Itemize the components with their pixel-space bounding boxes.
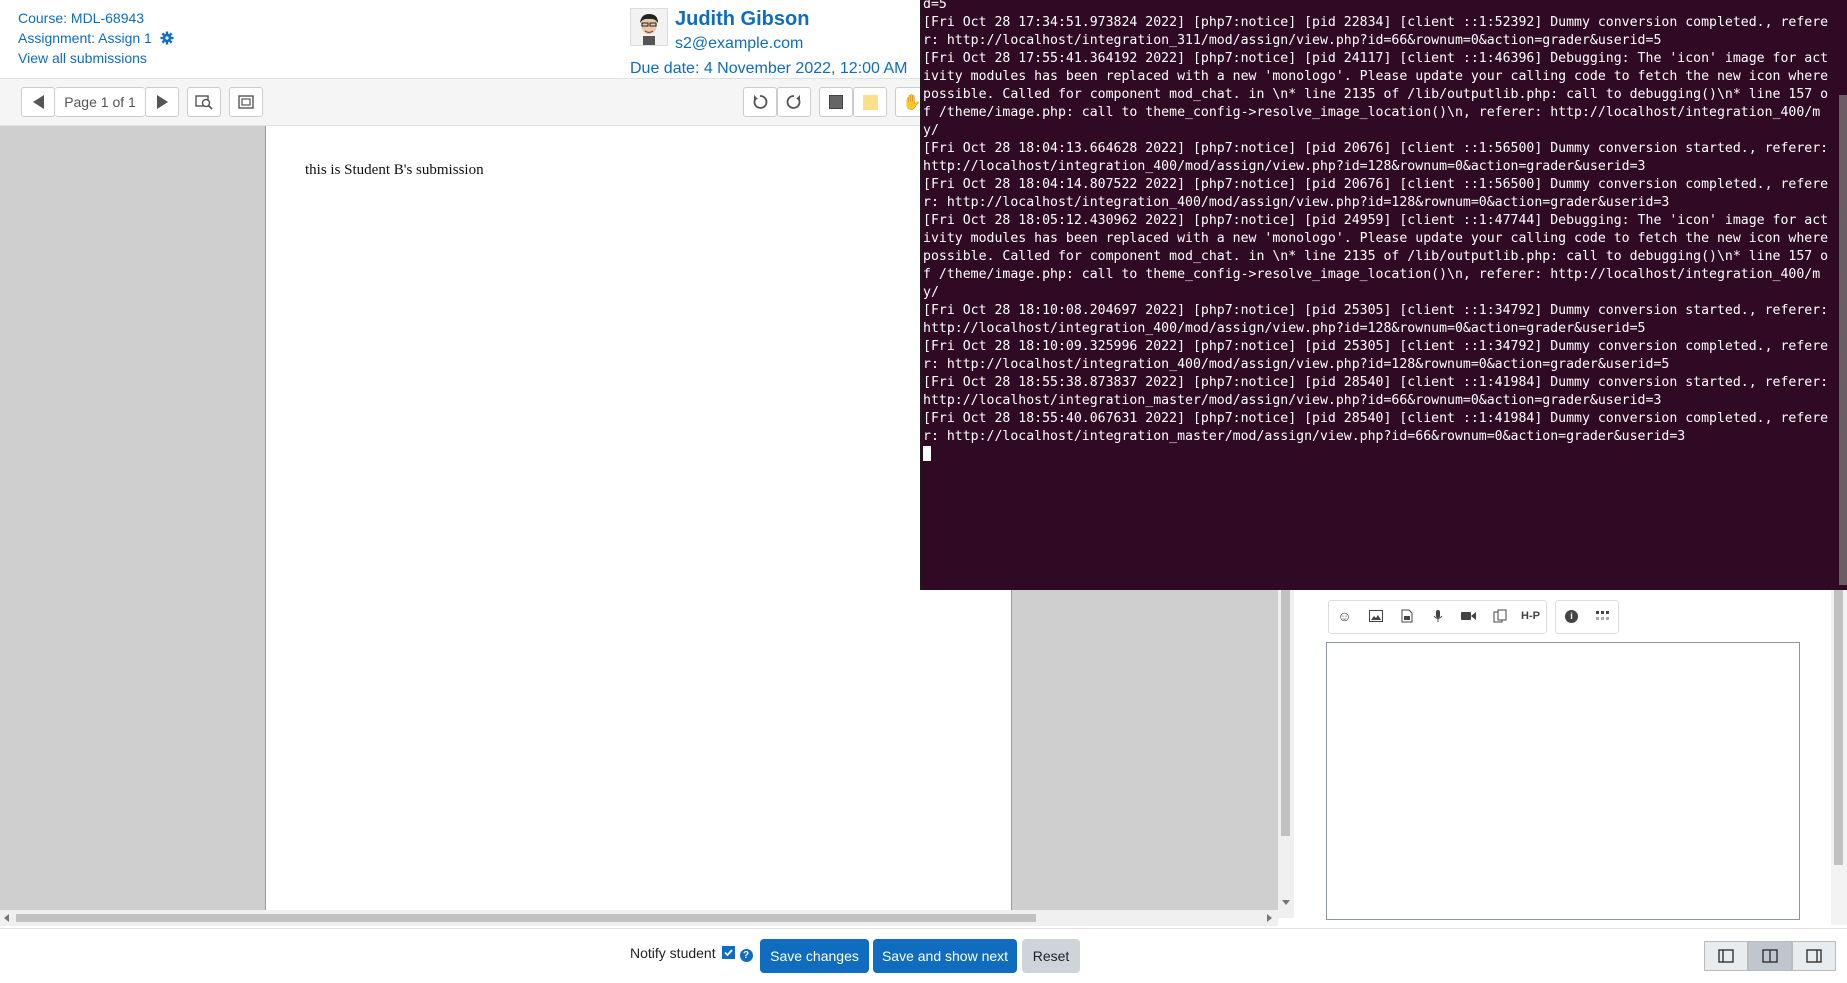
grading-pane: ☺ H-P i: [1304, 560, 1847, 928]
terminal-log-line: [Fri Oct 28 18:04:13.664628 2022] [php7:…: [923, 141, 1837, 174]
page-label: Page 1 of 1: [64, 94, 136, 110]
page-selector[interactable]: Page 1 of 1: [55, 87, 145, 117]
triangle-right-icon: [156, 95, 168, 109]
rotate-right-icon: [786, 95, 801, 109]
terminal-log-line: [Fri Oct 28 18:10:08.204697 2022] [php7:…: [923, 303, 1837, 336]
rotate-left-button[interactable]: [743, 87, 777, 117]
terminal-log-line: [Fri Oct 28 18:10:09.325996 2022] [php7:…: [923, 339, 1829, 372]
terminal-log-line: [Fri Oct 28 18:55:40.067631 2022] [php7:…: [923, 411, 1829, 444]
yellow-swatch-icon: [862, 94, 878, 110]
terminal-log-line: [Fri Oct 28 17:34:51.973824 2022] [php7:…: [923, 15, 1829, 48]
layout-collapse-review-panel-button[interactable]: [1792, 941, 1836, 971]
avatar[interactable]: [630, 8, 668, 46]
media-file-icon[interactable]: [1391, 601, 1422, 631]
search-comments-button[interactable]: [187, 87, 221, 117]
submission-text: this is Student B's submission: [305, 162, 484, 178]
editor-toolbar: ☺ H-P i: [1328, 600, 1627, 634]
accessibility-checker-icon[interactable]: i: [1556, 601, 1587, 631]
notify-student: Notify student?: [630, 945, 753, 962]
previous-page-button[interactable]: [21, 87, 55, 117]
emoji-icon[interactable]: ☺: [1329, 601, 1360, 631]
scroll-down-arrow-icon[interactable]: [1282, 900, 1290, 905]
rotate-left-icon: [753, 95, 768, 109]
editor-group-tools: i: [1555, 600, 1619, 634]
horizontal-scroll-thumb[interactable]: [16, 914, 1036, 922]
panel-right-icon: [1806, 949, 1822, 963]
view-all-submissions-link[interactable]: View all submissions: [18, 50, 147, 66]
panel-split-icon: [1762, 949, 1778, 963]
notify-student-checkbox[interactable]: [721, 946, 735, 959]
terminal-cursor: [923, 446, 931, 461]
layout-default-button[interactable]: [1748, 941, 1792, 971]
square-icon: [829, 95, 843, 109]
viewer-horizontal-scrollbar[interactable]: [0, 910, 1278, 926]
course-link[interactable]: Course: MDL-68943: [18, 10, 144, 26]
hand-icon: ✋: [902, 94, 922, 111]
course-info: Course: MDL-68943 Assignment: Assign 1 V…: [18, 8, 174, 68]
document-page[interactable]: this is Student B's submission: [265, 126, 1012, 912]
search-comments-icon: [195, 95, 213, 110]
terminal-log-line: [Fri Oct 28 18:55:38.873837 2022] [php7:…: [923, 375, 1837, 408]
editor-group-insert: ☺ H-P: [1328, 600, 1547, 634]
scroll-right-arrow-icon[interactable]: [1267, 914, 1272, 922]
layout-collapse-grade-panel-button[interactable]: [1704, 941, 1748, 971]
help-icon[interactable]: ?: [739, 949, 753, 962]
highlight-color-button[interactable]: [853, 87, 887, 117]
save-and-show-next-button[interactable]: Save and show next: [873, 939, 1017, 973]
screenreader-helper-icon[interactable]: [1587, 601, 1618, 631]
terminal-log-line: d=5: [923, 0, 947, 12]
manage-files-icon[interactable]: [1484, 601, 1515, 631]
expand-icon: [238, 95, 254, 109]
triangle-left-icon: [32, 95, 44, 109]
reset-button[interactable]: Reset: [1022, 939, 1080, 973]
panel-left-icon: [1718, 949, 1734, 963]
scroll-left-arrow-icon[interactable]: [4, 914, 9, 922]
assignment-link[interactable]: Assignment: Assign 1: [18, 30, 152, 46]
due-date: Due date: 4 November 2022, 12:00 AM: [630, 60, 908, 77]
select-tool-button[interactable]: [819, 87, 853, 117]
layout-switcher: [1704, 941, 1836, 971]
expand-comments-button[interactable]: [229, 87, 263, 117]
terminal-output: d=5 [Fri Oct 28 17:34:51.973824 2022] [p…: [923, 0, 1829, 464]
next-page-button[interactable]: [145, 87, 179, 117]
h5p-icon[interactable]: H-P: [1515, 601, 1546, 631]
gear-icon[interactable]: [160, 30, 174, 45]
user-email-link[interactable]: s2@example.com: [675, 35, 803, 53]
video-camera-icon[interactable]: [1453, 601, 1484, 631]
microphone-icon[interactable]: [1422, 601, 1453, 631]
terminal-window[interactable]: d=5 [Fri Oct 28 17:34:51.973824 2022] [p…: [920, 0, 1847, 590]
image-icon[interactable]: [1360, 601, 1391, 631]
rotate-right-button[interactable]: [777, 87, 811, 117]
feedback-comments-editor[interactable]: [1326, 642, 1800, 920]
user-name-link[interactable]: Judith Gibson: [675, 8, 809, 31]
terminal-scrollbar[interactable]: [1839, 95, 1847, 585]
save-changes-button[interactable]: Save changes: [760, 939, 869, 973]
terminal-log-line: [Fri Oct 28 18:05:12.430962 2022] [php7:…: [923, 213, 1837, 300]
notify-student-label: Notify student: [630, 945, 716, 961]
terminal-log-line: [Fri Oct 28 18:04:14.807522 2022] [php7:…: [923, 177, 1829, 210]
terminal-log-line: [Fri Oct 28 17:55:41.364192 2022] [php7:…: [923, 51, 1837, 138]
grader-footer: Notify student? Save changes Save and sh…: [0, 928, 1847, 983]
